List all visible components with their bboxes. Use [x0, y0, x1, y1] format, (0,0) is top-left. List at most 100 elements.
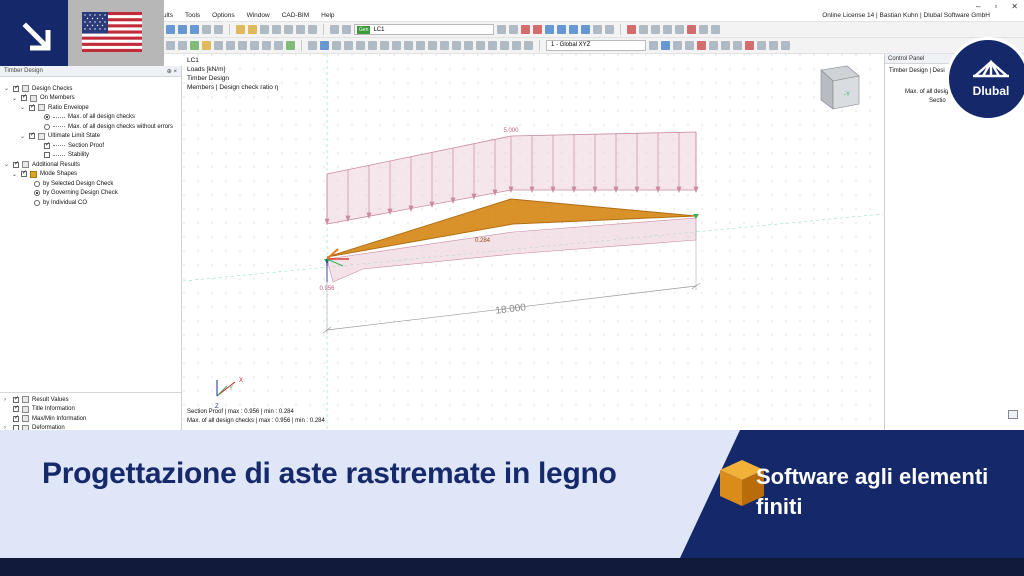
- menu-window[interactable]: Window: [247, 12, 270, 19]
- checkbox[interactable]: [13, 404, 19, 413]
- tree-item-maxmin-information[interactable]: Max/Min Information: [4, 414, 86, 424]
- collapse-icon[interactable]: ⌄: [4, 85, 10, 92]
- model-icon[interactable]: [226, 41, 235, 50]
- view-icon[interactable]: [178, 25, 187, 34]
- model-icon[interactable]: [190, 41, 199, 50]
- display-icon[interactable]: [569, 25, 578, 34]
- model-icon[interactable]: [286, 41, 295, 50]
- section-icon[interactable]: [344, 41, 353, 50]
- view-icon[interactable]: [781, 41, 790, 50]
- radio-button[interactable]: [44, 114, 50, 121]
- prev-icon[interactable]: [497, 25, 506, 34]
- tree-item-by-selected[interactable]: by Selected Design Check: [34, 179, 113, 189]
- collapse-icon[interactable]: ⌄: [20, 104, 26, 111]
- pin-icon[interactable]: ⊕ ×: [167, 68, 177, 75]
- section-icon[interactable]: [380, 41, 389, 50]
- check-icon[interactable]: [699, 25, 708, 34]
- tree-item-on-members[interactable]: ⌄ On Members: [12, 93, 75, 104]
- result-icon[interactable]: [342, 25, 351, 34]
- view-icon[interactable]: [757, 41, 766, 50]
- checkbox[interactable]: [13, 160, 19, 168]
- check-icon[interactable]: [651, 25, 660, 34]
- tree-item-by-governing[interactable]: by Governing Design Check: [34, 189, 118, 199]
- menu-tools[interactable]: Tools: [185, 12, 200, 19]
- table-icon[interactable]: [260, 25, 269, 34]
- display-icon[interactable]: [581, 25, 590, 34]
- check-icon[interactable]: [627, 25, 636, 34]
- checkbox[interactable]: [29, 131, 35, 140]
- window-icon[interactable]: [202, 25, 211, 34]
- checkbox[interactable]: [13, 414, 19, 422]
- tree-item-design-checks[interactable]: ⌄ Design Checks: [4, 84, 72, 94]
- checkbox[interactable]: [13, 395, 19, 403]
- tree-item-max-all-no-errors[interactable]: Max. of all design checks without errors: [44, 122, 173, 132]
- checkbox[interactable]: [44, 141, 50, 149]
- view-icon[interactable]: [721, 41, 730, 50]
- view-cube[interactable]: -Y: [820, 65, 860, 110]
- tree-item-max-all[interactable]: Max. of all design checks: [44, 113, 135, 123]
- display-icon[interactable]: [545, 25, 554, 34]
- model-viewport[interactable]: 5.000 0.284 0.956 18.000 X Y Z -Y LC1 Lo…: [183, 54, 883, 430]
- model-icon[interactable]: [262, 41, 271, 50]
- display-icon[interactable]: [593, 25, 602, 34]
- check-icon[interactable]: [663, 25, 672, 34]
- view-icon[interactable]: [745, 41, 754, 50]
- section-icon[interactable]: [416, 41, 425, 50]
- view-icon[interactable]: [673, 41, 682, 50]
- table-icon[interactable]: [296, 25, 305, 34]
- checkbox[interactable]: [44, 152, 50, 159]
- display-icon[interactable]: [557, 25, 566, 34]
- model-icon[interactable]: [238, 41, 247, 50]
- section-icon[interactable]: [356, 41, 365, 50]
- view-icon[interactable]: [661, 41, 670, 50]
- view-icon[interactable]: [709, 41, 718, 50]
- model-icon[interactable]: [214, 41, 223, 50]
- section-icon[interactable]: [512, 41, 521, 50]
- result-toggle-icon[interactable]: [521, 25, 530, 34]
- view-select[interactable]: 1 - Global XYZ: [546, 40, 646, 51]
- tree-item-title-information[interactable]: Title Information: [4, 404, 75, 415]
- section-icon[interactable]: [308, 41, 317, 50]
- menu-help[interactable]: Help: [321, 12, 334, 19]
- collapse-icon[interactable]: ⌄: [12, 95, 18, 102]
- result-icon[interactable]: [330, 25, 339, 34]
- section-icon[interactable]: [524, 41, 533, 50]
- tree-item-ratio-envelope[interactable]: ⌄ Ratio Envelope: [20, 103, 89, 113]
- load-case-select[interactable]: Gen LC1: [354, 24, 494, 35]
- collapse-icon[interactable]: ⌄: [4, 161, 10, 168]
- tree-item-uls[interactable]: ⌄ Ultimate Limit State: [20, 131, 100, 142]
- view-icon[interactable]: [166, 25, 175, 34]
- draw-icon[interactable]: [236, 25, 245, 34]
- view-icon[interactable]: [649, 41, 658, 50]
- draw-icon[interactable]: [248, 25, 257, 34]
- expand-icon[interactable]: ›: [4, 397, 10, 403]
- tree-item-by-individual[interactable]: by Individual CO: [34, 198, 87, 208]
- minimize-button[interactable]: –: [976, 2, 980, 11]
- section-icon[interactable]: [464, 41, 473, 50]
- model-icon[interactable]: [178, 41, 187, 50]
- table-icon[interactable]: [272, 25, 281, 34]
- radio-button[interactable]: [34, 180, 40, 187]
- menu-cad-bim[interactable]: CAD-BIM: [282, 12, 309, 19]
- view-icon[interactable]: [733, 41, 742, 50]
- model-icon[interactable]: [166, 41, 175, 50]
- radio-button[interactable]: [34, 199, 40, 206]
- check-icon[interactable]: [675, 25, 684, 34]
- next-icon[interactable]: [509, 25, 518, 34]
- checkbox[interactable]: [21, 93, 27, 102]
- section-icon[interactable]: [452, 41, 461, 50]
- checkbox[interactable]: [29, 103, 35, 111]
- tree-item-section-proof[interactable]: Section Proof: [44, 141, 104, 151]
- section-icon[interactable]: [476, 41, 485, 50]
- view-icon[interactable]: [685, 41, 694, 50]
- section-icon[interactable]: [404, 41, 413, 50]
- checkbox[interactable]: [13, 84, 19, 92]
- section-icon[interactable]: [488, 41, 497, 50]
- collapse-icon[interactable]: ⌄: [20, 133, 26, 140]
- menu-options[interactable]: Options: [212, 12, 234, 19]
- display-icon[interactable]: [605, 25, 614, 34]
- table-icon[interactable]: [284, 25, 293, 34]
- radio-button[interactable]: [34, 190, 40, 197]
- view-icon[interactable]: [769, 41, 778, 50]
- check-icon[interactable]: [687, 25, 696, 34]
